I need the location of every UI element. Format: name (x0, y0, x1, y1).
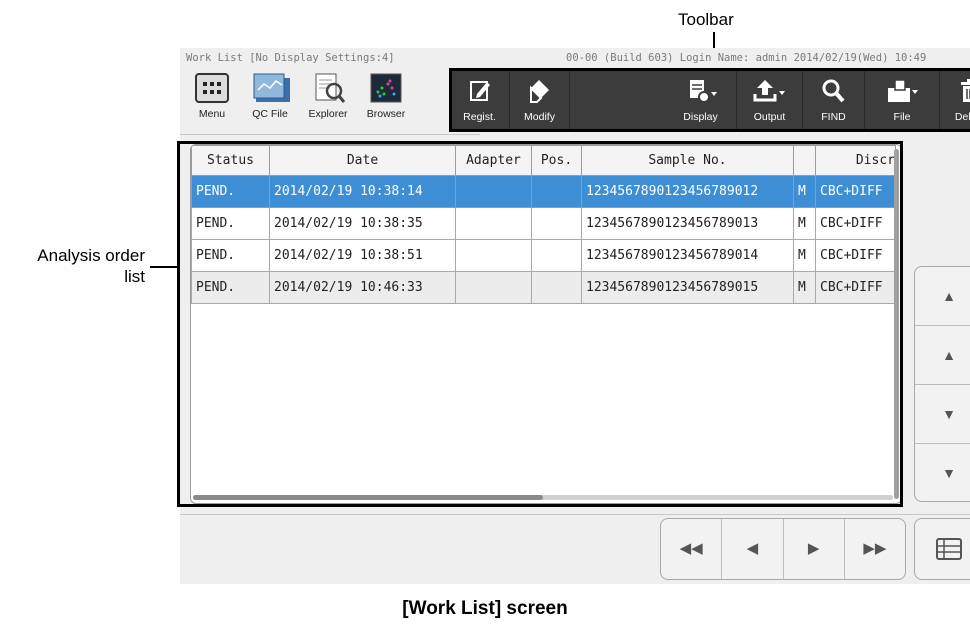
browser-label: Browser (366, 108, 406, 120)
double-right-arrow-icon: ▶▶ (863, 540, 887, 557)
order-list-highlight (177, 141, 903, 507)
up-arrow-icon: ▲ (942, 347, 956, 363)
qc-file-icon (252, 72, 290, 104)
scroll-last-column-button[interactable]: ▶▶ (845, 519, 905, 579)
order-list-callout-line1: Analysis order (37, 246, 145, 265)
column-scroll-buttons: ◀◀ ◀ ▶ ▶▶ (660, 518, 906, 580)
explorer-label: Explorer (308, 108, 348, 120)
scroll-left-button[interactable]: ◀ (722, 519, 784, 579)
explorer-button[interactable]: Explorer (300, 68, 356, 130)
order-list-callout-line2: list (124, 267, 145, 286)
scroll-down-button[interactable]: ▼ (915, 385, 970, 444)
scroll-bottom-button[interactable]: ▼ (915, 444, 970, 501)
row-scroll-buttons: ▲ ▲ ▼ ▼ (914, 266, 970, 502)
double-up-arrow-icon: ▲ (942, 288, 956, 304)
figure-caption: [Work List] screen (402, 598, 568, 619)
explorer-icon (310, 72, 346, 104)
table-view-button[interactable] (914, 518, 970, 580)
double-left-arrow-icon: ◀◀ (679, 540, 703, 557)
table-view-icon (936, 538, 962, 560)
login-info: 00-00 (Build 603) Login Name: admin 2014… (566, 52, 927, 64)
menu-button[interactable]: Menu (184, 68, 240, 130)
right-arrow-icon: ▶ (807, 540, 820, 557)
browser-button[interactable]: Browser (358, 68, 414, 130)
left-arrow-icon: ◀ (746, 540, 759, 557)
browser-icon (368, 72, 404, 104)
order-list-leader-line (150, 266, 178, 268)
menu-label: Menu (198, 108, 226, 120)
scroll-top-button[interactable]: ▲ (915, 267, 970, 326)
header-divider (180, 134, 480, 135)
qc-file-label: QC File (252, 108, 288, 120)
menu-grid-icon (194, 72, 230, 104)
footer-divider (180, 514, 970, 515)
qc-file-button[interactable]: QC File (242, 68, 298, 130)
double-down-arrow-icon: ▼ (942, 465, 956, 481)
toolbar-highlight (449, 68, 970, 132)
order-list-callout: Analysis order list (37, 245, 145, 287)
down-arrow-icon: ▼ (942, 406, 956, 422)
screen-title: Work List [No Display Settings:4] (186, 52, 395, 64)
status-line: Work List [No Display Settings:4] 00-00 … (186, 52, 970, 66)
toolbar-callout: Toolbar (678, 10, 734, 29)
scroll-up-button[interactable]: ▲ (915, 326, 970, 385)
scroll-first-column-button[interactable]: ◀◀ (661, 519, 723, 579)
scroll-right-button[interactable]: ▶ (784, 519, 845, 579)
